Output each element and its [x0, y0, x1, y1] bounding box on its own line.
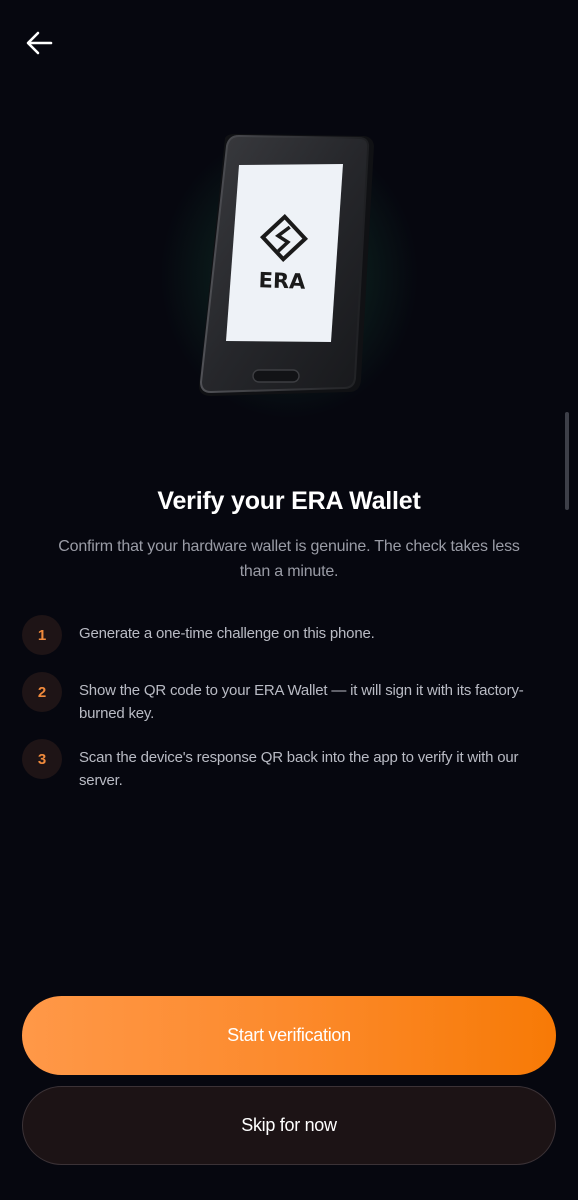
step-item: 2 Show the QR code to your ERA Wallet — …	[22, 672, 534, 725]
step-text: Show the QR code to your ERA Wallet — it…	[79, 682, 524, 722]
step-item: 1 Generate a one-time challenge on this …	[22, 615, 375, 655]
page-subtitle: Confirm that your hardware wallet is gen…	[58, 538, 520, 580]
device-logo-text: ERA	[258, 268, 306, 294]
hardware-wallet-device: ERA	[199, 134, 374, 396]
step-number-badge: 1	[22, 615, 62, 655]
step-item: 3 Scan the device's response QR back int…	[22, 739, 534, 792]
back-button[interactable]	[22, 26, 56, 60]
skip-button[interactable]: Skip for now	[22, 1086, 556, 1165]
start-verification-button[interactable]: Start verification	[22, 996, 556, 1075]
verify-wallet-screen: ERA Verify your ERA Wallet Confirm that …	[0, 0, 578, 1200]
step-number-badge: 3	[22, 739, 62, 779]
arrow-left-icon	[26, 31, 53, 55]
step-number-badge: 2	[22, 672, 62, 712]
step-text: Scan the device's response QR back into …	[79, 749, 519, 789]
page-title: Verify your ERA Wallet	[157, 487, 421, 515]
hero-illustration: ERA	[139, 120, 439, 420]
step-text: Generate a one-time challenge on this ph…	[79, 625, 375, 642]
